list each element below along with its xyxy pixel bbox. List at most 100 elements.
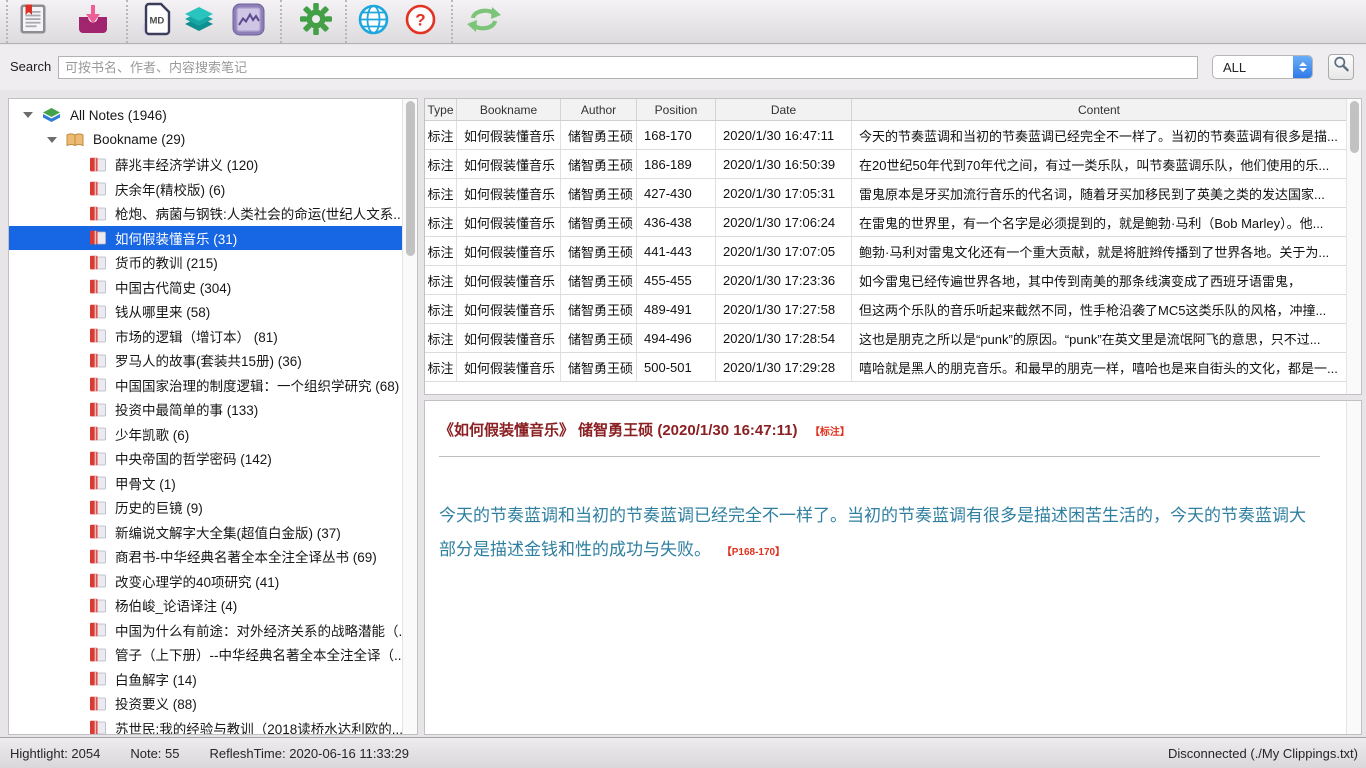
column-header-bookname[interactable]: Bookname [457,99,561,120]
tree-item-book[interactable]: 薛兆丰经济学讲义 (120) [9,152,417,177]
sidebar-scrollbar-thumb[interactable] [406,101,415,256]
toolbar-separator [280,0,282,43]
settings-button[interactable] [299,2,333,41]
cell-position: 168-170 [637,121,716,149]
book-icon [89,647,107,662]
status-note-count: Note: 55 [130,746,179,761]
tree-item-book[interactable]: 中国古代简史 (304) [9,275,417,300]
book-icon [89,696,107,711]
toolbar-separator [6,0,8,43]
tree-item-all-notes[interactable]: All Notes (1946) [9,103,417,128]
book-icon [89,157,107,172]
note-position-tag: 【P168-170】 [722,547,785,558]
tree-item-book[interactable]: 少年凯歌 (6) [9,422,417,447]
book-icon [89,353,107,368]
book-icon [89,255,107,270]
detail-scrollbar[interactable] [1346,401,1361,734]
tree-item-book[interactable]: 新编说文解字大全集(超值白金版) (37) [9,520,417,545]
statistics-button[interactable] [232,3,265,41]
cell-bookname: 如何假装懂音乐 [457,121,561,149]
help-button[interactable]: ? [404,3,437,41]
svg-text:?: ? [415,10,425,29]
tree-item-label: 市场的逻辑（增订本） (81) [115,326,278,346]
tree-item-book[interactable]: 甲骨文 (1) [9,471,417,496]
tree-item-book[interactable]: 苏世民:我的经验与教训（2018读桥水达利欧的... [9,716,417,736]
table-row[interactable]: 标注 如何假装懂音乐 储智勇王硕 500-501 2020/1/30 17:29… [425,353,1346,382]
tree-item-book[interactable]: 投资要义 (88) [9,691,417,716]
cell-author: 储智勇王硕 [561,353,637,381]
tree-item-book[interactable]: 枪炮、病菌与钢铁:人类社会的命运(世纪人文系... [9,201,417,226]
tree-item-label: 改变心理学的40项研究 (41) [115,571,279,591]
search-input[interactable] [58,56,1198,79]
table-body: 标注 如何假装懂音乐 储智勇王硕 168-170 2020/1/30 16:47… [425,121,1361,382]
tree-item-label: 投资要义 (88) [115,693,197,713]
book-icon [89,426,107,441]
tree-item-label: 历史的巨镜 (9) [115,497,203,517]
note-body-text: 今天的节奏蓝调和当初的节奏蓝调已经完全不一样了。当初的节奏蓝调有很多是描述困苦生… [439,506,1306,559]
book-icon [89,622,107,637]
website-button[interactable] [357,3,390,41]
cell-content: 在20世纪50年代到70年代之间，有过一类乐队，叫节奏蓝调乐队，他们使用的乐..… [852,150,1346,178]
table-row[interactable]: 标注 如何假装懂音乐 储智勇王硕 436-438 2020/1/30 17:06… [425,208,1346,237]
book-icon [89,328,107,343]
cell-date: 2020/1/30 17:27:58 [716,295,852,323]
tree-item-book[interactable]: 如何假装懂音乐 (31) [9,226,417,251]
table-header: Type Bookname Author Position Date Conte… [425,99,1346,121]
table-row[interactable]: 标注 如何假装懂音乐 储智勇王硕 441-443 2020/1/30 17:07… [425,237,1346,266]
tree-item-book[interactable]: 商君书-中华经典名著全本全注全译丛书 (69) [9,544,417,569]
tree-item-book[interactable]: 市场的逻辑（增订本） (81) [9,324,417,349]
import-button[interactable] [76,4,110,39]
cell-author: 储智勇王硕 [561,121,637,149]
tree-item-book[interactable]: 杨伯峻_论语译注 (4) [9,593,417,618]
sidebar-scrollbar[interactable] [402,99,417,734]
table-row[interactable]: 标注 如何假装懂音乐 储智勇王硕 489-491 2020/1/30 17:27… [425,295,1346,324]
tree-item-book[interactable]: 投资中最简单的事 (133) [9,397,417,422]
markdown-export-button[interactable]: MD [141,2,172,41]
table-row[interactable]: 标注 如何假装懂音乐 储智勇王硕 427-430 2020/1/30 17:05… [425,179,1346,208]
tree-item-label: 杨伯峻_论语译注 (4) [115,595,237,615]
disclosure-triangle-icon[interactable] [23,112,33,118]
column-header-date[interactable]: Date [716,99,852,120]
cell-position: 436-438 [637,208,716,236]
cell-date: 2020/1/30 17:29:28 [716,353,852,381]
tree-item-book[interactable]: 钱从哪里来 (58) [9,299,417,324]
layers-export-button[interactable] [183,5,215,38]
cell-content: 今天的节奏蓝调和当初的节奏蓝调已经完全不一样了。当初的节奏蓝调有很多是描... [852,121,1346,149]
table-row[interactable]: 标注 如何假装懂音乐 储智勇王硕 186-189 2020/1/30 16:50… [425,150,1346,179]
tree-item-book[interactable]: 管子（上下册）--中华经典名著全本全注全译（... [9,642,417,667]
tree-item-book[interactable]: 历史的巨镜 (9) [9,495,417,520]
column-header-content[interactable]: Content [852,99,1346,120]
tree-item-book[interactable]: 白鱼解字 (14) [9,667,417,692]
tree-item-label: 管子（上下册）--中华经典名著全本全注全译（... [115,644,405,664]
tree-item-book[interactable]: 中国为什么有前途：对外经济关系的战略潜能（... [9,618,417,643]
table-row[interactable]: 标注 如何假装懂音乐 储智勇王硕 494-496 2020/1/30 17:28… [425,324,1346,353]
filter-dropdown[interactable]: ALL [1212,55,1313,79]
detail-divider [439,456,1320,457]
table-scrollbar[interactable] [1346,99,1361,394]
book-icon [89,304,107,319]
column-header-type[interactable]: Type [425,99,457,120]
tree-item-book[interactable]: 中央帝国的哲学密码 (142) [9,446,417,471]
cell-author: 储智勇王硕 [561,295,637,323]
tree-item-bookname[interactable]: Bookname (29) [9,128,417,153]
book-icon [89,573,107,588]
table-row[interactable]: 标注 如何假装懂音乐 储智勇王硕 455-455 2020/1/30 17:23… [425,266,1346,295]
table-scrollbar-thumb[interactable] [1350,101,1359,153]
search-button[interactable] [1328,54,1354,80]
tree-item-book[interactable]: 庆余年(精校版) (6) [9,177,417,202]
column-header-position[interactable]: Position [637,99,716,120]
column-header-author[interactable]: Author [561,99,637,120]
cell-type: 标注 [425,208,457,236]
tree-item-label: 中央帝国的哲学密码 (142) [115,448,272,468]
cell-type: 标注 [425,324,457,352]
disclosure-triangle-icon[interactable] [47,137,57,143]
notes-button[interactable] [18,3,48,40]
tree-item-book[interactable]: 改变心理学的40项研究 (41) [9,569,417,594]
refresh-button[interactable] [466,4,502,40]
tree-item-book[interactable]: 罗马人的故事(套装共15册) (36) [9,348,417,373]
tree-item-book[interactable]: 中国国家治理的制度逻辑：一个组织学研究 (68) [9,373,417,398]
tree-item-book[interactable]: 货币的教训 (215) [9,250,417,275]
toolbar-separator [345,0,347,43]
table-row[interactable]: 标注 如何假装懂音乐 储智勇王硕 168-170 2020/1/30 16:47… [425,121,1346,150]
statistics-icon [232,3,265,41]
